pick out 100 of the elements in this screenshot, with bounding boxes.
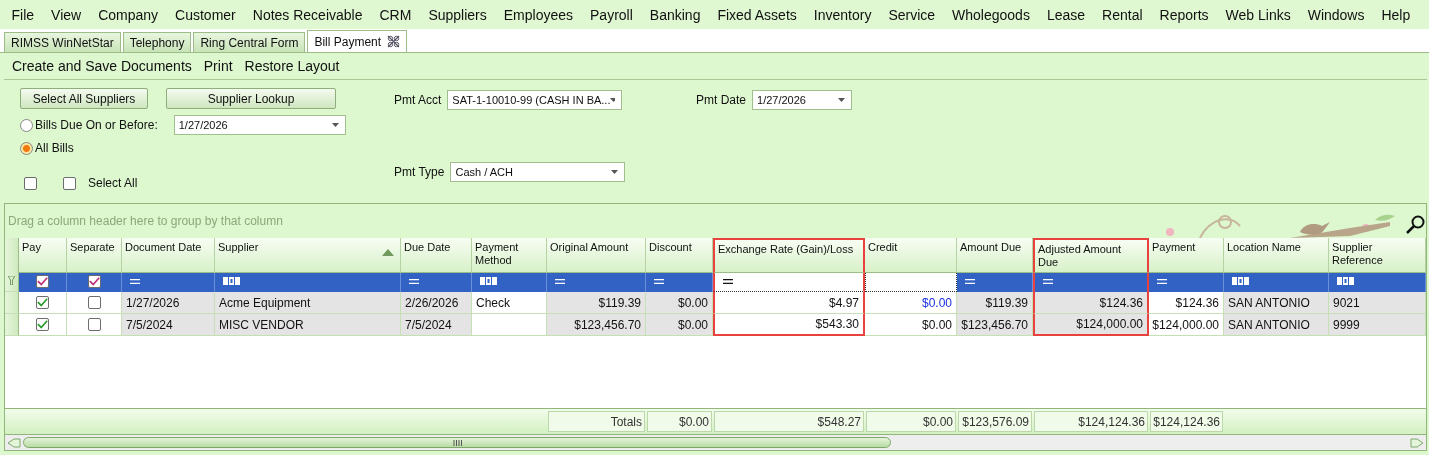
table-cell: $124,000.00 [1149, 314, 1224, 336]
radio-option[interactable]: All Bills [20, 141, 74, 155]
date-field[interactable]: 1/27/2026 [752, 90, 852, 110]
menu-item[interactable]: Fixed Assets [708, 6, 806, 23]
menu-item[interactable]: Suppliers [419, 6, 496, 23]
date-field[interactable]: 1/27/2026 [173, 115, 346, 135]
account-dropdown[interactable]: SAT-1-10010-99 (CASH IN BA... [447, 90, 623, 110]
total-cell: $124,124.36 [1034, 411, 1148, 432]
caret-icon [331, 123, 339, 127]
table-cell: Check [472, 292, 547, 314]
column-header[interactable]: Due Date [401, 238, 472, 273]
filter-checkbox[interactable] [36, 274, 49, 288]
menu-item[interactable]: Reports [1151, 6, 1218, 23]
horizontal-scrollbar[interactable] [5, 434, 1426, 450]
column-header[interactable]: Exchange Rate (Gain)/Loss [713, 238, 865, 273]
group-hint: Drag a column header here to group by that column [8, 214, 283, 228]
column-header[interactable]: Supplier [215, 238, 401, 273]
toolbar-item[interactable]: Create and Save Documents [8, 58, 196, 74]
radio-icon[interactable] [20, 118, 33, 132]
caret-icon [610, 98, 616, 102]
toolbar-button[interactable]: Supplier Lookup [166, 88, 336, 109]
column-header[interactable]: Adjusted Amount Due [1033, 238, 1149, 273]
radio-label: All Bills [35, 141, 74, 155]
total-cell: $548.27 [714, 411, 864, 432]
filter-icon [8, 276, 15, 285]
column-header[interactable]: Document Date [122, 238, 215, 273]
filter-checkbox[interactable] [87, 274, 101, 288]
menu-item[interactable]: Windows [1299, 6, 1373, 23]
table-cell: $123,456.70 [957, 314, 1033, 336]
equals-icon [1043, 278, 1053, 284]
radio-icon[interactable] [20, 141, 33, 155]
menu-item[interactable]: View [42, 6, 90, 23]
total-cell: $0.00 [866, 411, 956, 432]
column-header[interactable]: Original Amount [547, 238, 646, 273]
menu-item[interactable]: Customer [166, 6, 245, 23]
menu-item[interactable]: Company [89, 6, 167, 23]
toolbar-item[interactable]: Restore Layout [240, 58, 344, 74]
toolbar-item[interactable]: Print [199, 58, 237, 74]
tab[interactable]: RIMSS WinNetStar [4, 32, 121, 52]
table-cell: $0.00 [865, 292, 957, 314]
table-cell: $124,000.00 [1033, 314, 1149, 336]
search-icon[interactable] [1404, 214, 1426, 236]
table-cell: $123,456.70 [547, 314, 646, 336]
checkbox[interactable] [36, 318, 49, 331]
total-cell: Totals [548, 411, 645, 432]
total-cell: $0.00 [647, 411, 712, 432]
scroll-thumb[interactable] [23, 437, 891, 448]
menu-item[interactable]: Help [1372, 6, 1419, 23]
menu-item[interactable]: Inventory [805, 6, 880, 23]
type-dropdown[interactable]: Cash / ACH [450, 162, 626, 182]
checkbox[interactable] [87, 318, 101, 331]
tab[interactable]: Ring Central Form [193, 32, 306, 52]
menu-item[interactable]: Payroll [581, 6, 642, 23]
column-header[interactable]: Credit [865, 238, 957, 273]
column-header[interactable]: Location Name [1224, 238, 1329, 273]
column-header[interactable]: Amount Due [957, 238, 1033, 273]
menu-item[interactable]: Notes Receivable [244, 6, 371, 23]
table-cell: $4.97 [713, 292, 865, 314]
tab[interactable]: Bill Payment [307, 30, 408, 52]
toolbar-button[interactable]: Select All Suppliers [20, 88, 148, 109]
menu-item[interactable]: Service [879, 6, 944, 23]
table-cell: Acme Equipment [215, 292, 401, 314]
column-header[interactable]: Supplier Reference [1329, 238, 1426, 273]
table-cell: SAN ANTONIO [1224, 314, 1329, 336]
table-cell: MISC VENDOR [215, 314, 401, 336]
text-filter-icon [1337, 277, 1354, 285]
total-cell: $124,124.36 [1150, 411, 1223, 432]
field-label: Pmt Date [696, 93, 746, 107]
table-cell: $0.00 [646, 292, 713, 314]
table-cell: 7/5/2024 [122, 314, 215, 336]
menu-item[interactable]: Banking [641, 6, 709, 23]
menu-item[interactable]: Lease [1038, 6, 1094, 23]
menu-item[interactable]: Employees [495, 6, 582, 23]
equals-icon [1157, 278, 1167, 284]
checkbox[interactable] [87, 296, 101, 309]
column-header[interactable]: Payment [1149, 238, 1224, 273]
equals-icon [723, 278, 733, 284]
equals-icon [555, 278, 565, 284]
sort-icon [382, 249, 394, 256]
checkbox[interactable] [63, 176, 76, 190]
menu-item[interactable]: CRM [371, 6, 420, 23]
table-cell: SAN ANTONIO [1224, 292, 1329, 314]
column-header[interactable]: Separate [67, 238, 122, 273]
checkbox[interactable] [36, 296, 49, 309]
text-filter-icon [480, 277, 497, 285]
table-cell: 9021 [1329, 292, 1426, 314]
menu-item[interactable]: Web Links [1217, 6, 1300, 23]
table-cell: 1/27/2026 [122, 292, 215, 314]
menu-item[interactable]: File [3, 6, 43, 23]
column-header[interactable]: Payment Method [472, 238, 547, 273]
tab[interactable]: Telephony [122, 32, 192, 52]
column-header[interactable]: Pay [19, 238, 67, 273]
pin-icon[interactable] [387, 35, 401, 48]
table-cell: $0.00 [646, 314, 713, 336]
caret-icon [611, 170, 619, 174]
table-cell: 9999 [1329, 314, 1426, 336]
menu-item[interactable]: Wholegoods [943, 6, 1039, 23]
column-header[interactable]: Discount [646, 238, 713, 273]
menu-item[interactable]: Rental [1093, 6, 1152, 23]
checkbox[interactable] [24, 176, 37, 190]
